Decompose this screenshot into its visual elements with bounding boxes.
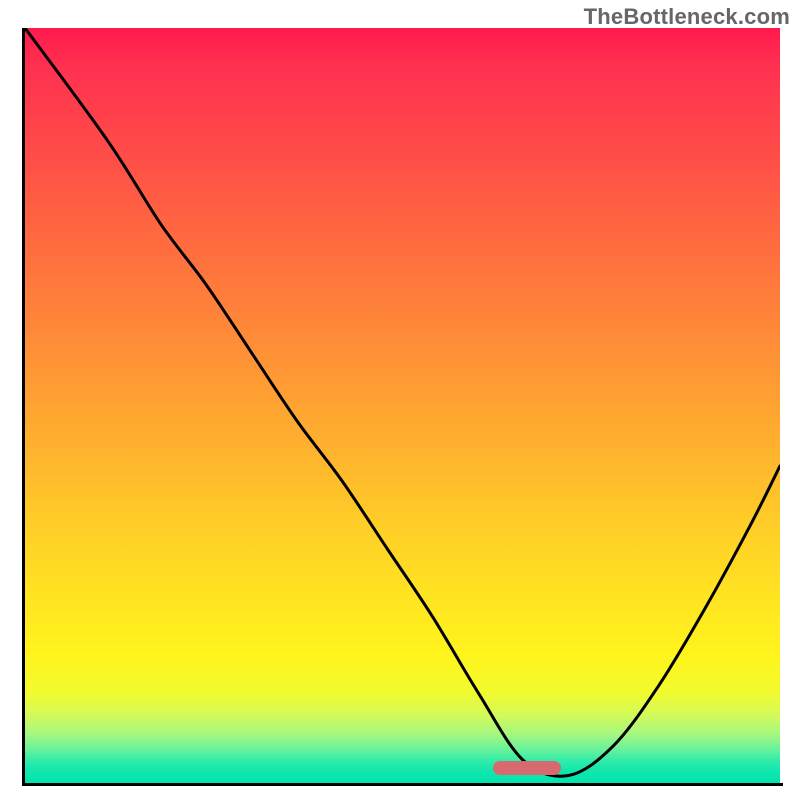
x-axis [22, 783, 783, 786]
bottleneck-curve [25, 28, 780, 783]
watermark-text: TheBottleneck.com [584, 4, 790, 30]
chart-container: TheBottleneck.com [0, 0, 800, 800]
y-axis [22, 28, 25, 786]
minimum-marker [493, 761, 561, 775]
plot-area [25, 28, 780, 783]
